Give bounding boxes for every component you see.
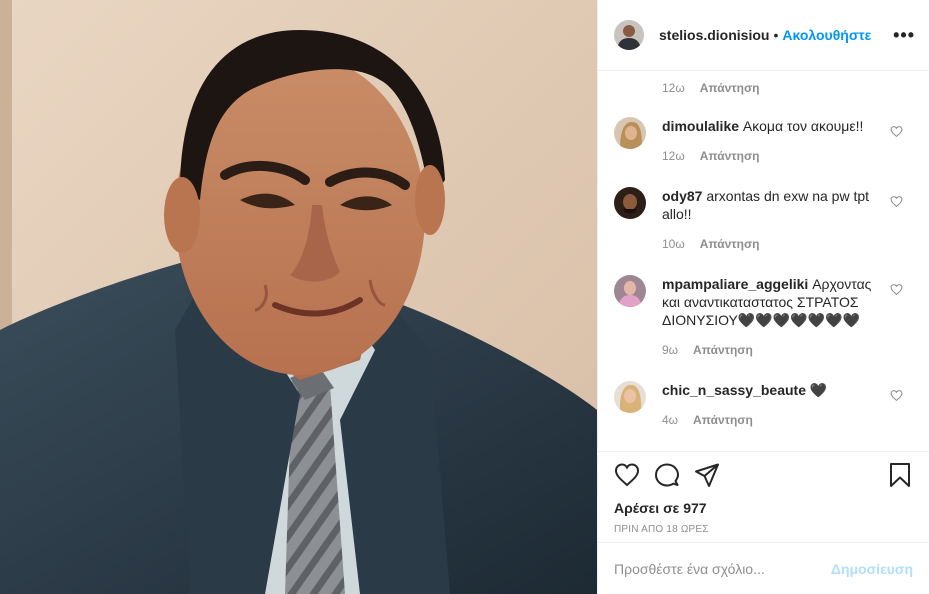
comment-text: 🖤: [809, 382, 828, 398]
reply-button[interactable]: Απάντηση: [700, 235, 760, 253]
post-comment-button[interactable]: Δημοσίευση: [831, 561, 913, 577]
author-username[interactable]: stelios.dionisiou: [659, 27, 769, 43]
post-header: stelios.dionisiou • Ακολουθήστε •••: [598, 0, 929, 71]
author-avatar[interactable]: [614, 20, 644, 50]
post-actions: Αρέσει σε 977 ΠΡΙΝ ΑΠΟ 18 ΩΡΕΣ: [598, 451, 929, 535]
comment-meta: 12ω Απάντηση: [662, 147, 874, 165]
comment-body: ody87 arxontas dn exw na pw tpt allo!! 1…: [662, 187, 874, 253]
comment-body: mpampaliare_aggeliki Αρχοντας και αναντι…: [662, 275, 874, 359]
like-comment-icon[interactable]: [890, 389, 903, 402]
likes-count[interactable]: Αρέσει σε 977: [614, 500, 913, 516]
like-comment-icon[interactable]: [890, 283, 903, 296]
comment-username[interactable]: ody87: [662, 188, 702, 204]
instagram-post-view: stelios.dionisiou • Ακολουθήστε ••• 12ω …: [0, 0, 929, 594]
commenter-avatar[interactable]: [614, 187, 646, 219]
comments-list[interactable]: 12ω Απάντηση dimoulalike Ακομα τον ακουμ…: [598, 71, 929, 451]
comment-item: chic_n_sassy_beaute 🖤 4ω Απάντηση: [614, 381, 913, 429]
avatar-image: [614, 187, 646, 219]
reply-button[interactable]: Απάντηση: [700, 81, 760, 95]
avatar-image: [614, 381, 646, 413]
more-options-icon[interactable]: •••: [893, 25, 915, 46]
reply-button[interactable]: Απάντηση: [693, 411, 753, 429]
comment-time: 4ω: [662, 413, 679, 427]
comment-time: 9ω: [662, 343, 679, 357]
bookmark-save-icon[interactable]: [887, 462, 913, 488]
portrait-photo: [0, 0, 597, 594]
comment-username[interactable]: mpampaliare_aggeliki: [662, 276, 808, 292]
post-timestamp[interactable]: ΠΡΙΝ ΑΠΟ 18 ΩΡΕΣ: [614, 524, 913, 535]
comment-time: 10ω: [662, 237, 685, 251]
comment-meta: 4ω Απάντηση: [662, 411, 874, 429]
comment-body: dimoulalike Ακομα τον ακουμε!! 12ω Απάντ…: [662, 117, 874, 165]
previous-comment-meta: 12ω Απάντηση: [662, 81, 760, 95]
like-comment-icon[interactable]: [890, 125, 903, 138]
comment-username[interactable]: chic_n_sassy_beaute: [662, 382, 806, 398]
comment-time: 12ω: [662, 81, 685, 95]
comment-body: chic_n_sassy_beaute 🖤 4ω Απάντηση: [662, 381, 874, 429]
like-comment-icon[interactable]: [890, 195, 903, 208]
avatar-image: [614, 20, 644, 50]
reply-button[interactable]: Απάντηση: [700, 147, 760, 165]
comment-bubble-icon[interactable]: [654, 462, 680, 488]
reply-button[interactable]: Απάντηση: [693, 341, 753, 359]
share-send-icon[interactable]: [694, 462, 720, 488]
comment-input[interactable]: [614, 560, 831, 577]
commenter-avatar[interactable]: [614, 381, 646, 413]
post-photo[interactable]: [0, 0, 597, 594]
add-comment-bar: Δημοσίευση: [598, 542, 929, 594]
comment-text: Ακομα τον ακουμε!!: [742, 118, 864, 134]
comment-item: ody87 arxontas dn exw na pw tpt allo!! 1…: [614, 187, 913, 253]
follow-button[interactable]: Ακολουθήστε: [782, 27, 871, 43]
separator-dot: •: [773, 27, 779, 43]
like-heart-icon[interactable]: [614, 462, 640, 488]
avatar-image: [614, 117, 646, 149]
comment-username[interactable]: dimoulalike: [662, 118, 739, 134]
commenter-avatar[interactable]: [614, 275, 646, 307]
comment-item: dimoulalike Ακομα τον ακουμε!! 12ω Απάντ…: [614, 117, 913, 165]
post-side-panel: stelios.dionisiou • Ακολουθήστε ••• 12ω …: [597, 0, 929, 594]
comment-item: mpampaliare_aggeliki Αρχοντας και αναντι…: [614, 275, 913, 359]
comment-time: 12ω: [662, 149, 685, 163]
avatar-image: [614, 275, 646, 307]
action-icons-row: [614, 462, 913, 488]
commenter-avatar[interactable]: [614, 117, 646, 149]
comment-meta: 10ω Απάντηση: [662, 235, 874, 253]
comment-meta: 9ω Απάντηση: [662, 341, 874, 359]
